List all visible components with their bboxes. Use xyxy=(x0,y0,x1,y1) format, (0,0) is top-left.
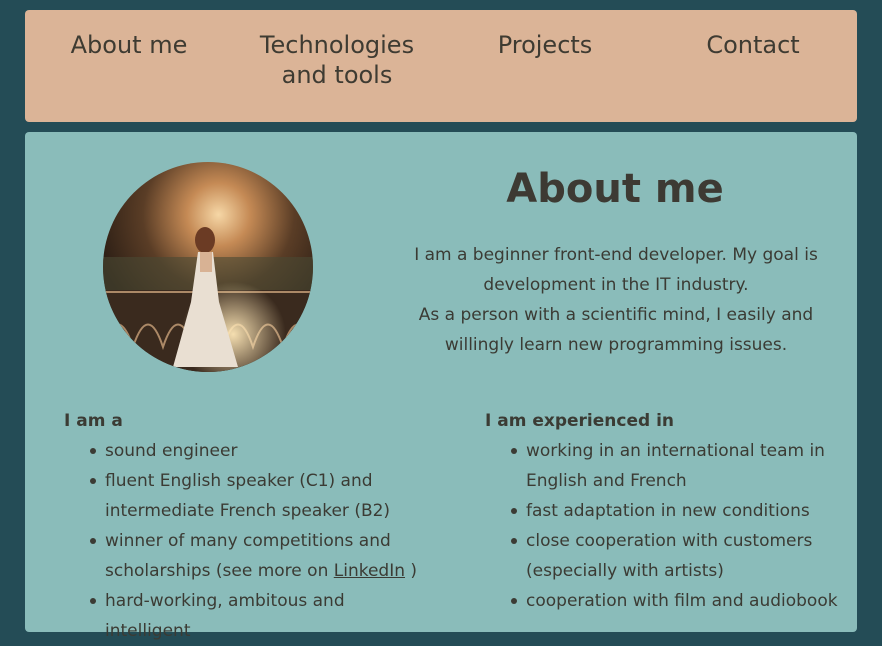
nav-contact-label: Contact xyxy=(706,31,800,59)
list-item: hard-working, ambitous and intelligent xyxy=(90,586,424,646)
traits-list: sound engineer fluent English speaker (C… xyxy=(64,436,424,646)
list-item: winner of many competitions and scholars… xyxy=(90,526,424,586)
about-card: About me I am a beginner front-end devel… xyxy=(25,132,857,641)
list-item: sound engineer xyxy=(90,436,424,466)
traits-heading: I am a xyxy=(64,411,123,431)
page-title: About me xyxy=(506,166,724,212)
intro-text: I am a beginner front-end developer. My … xyxy=(400,240,832,360)
list-item: fast adaptation in new conditions xyxy=(511,496,845,526)
nav-about-me-label: About me xyxy=(70,31,188,59)
list-item: cooperation with film and audiobook xyxy=(511,586,845,616)
nav-contact[interactable]: Contact xyxy=(649,10,857,60)
experience-list: working in an international team in Engl… xyxy=(485,436,845,616)
experience-section: I am experienced in working in an intern… xyxy=(485,406,845,616)
traits-section: I am a sound engineer fluent English spe… xyxy=(64,406,424,646)
profile-photo xyxy=(103,162,313,372)
nav-technologies-label: Technologies and tools xyxy=(259,31,415,89)
list-item-text-end: ) xyxy=(405,561,418,581)
profile-photo-image xyxy=(103,162,313,372)
nav-technologies-and-tools[interactable]: Technologies and tools xyxy=(233,10,441,90)
linkedin-link[interactable]: LinkedIn xyxy=(334,561,405,581)
list-item: fluent English speaker (C1) and intermed… xyxy=(90,466,424,526)
experience-heading: I am experienced in xyxy=(485,411,675,431)
nav-projects[interactable]: Projects xyxy=(441,10,649,60)
nav-about-me[interactable]: About me xyxy=(25,10,233,60)
intro-paragraph-2: As a person with a scientific mind, I ea… xyxy=(418,305,814,355)
top-navigation: About me Technologies and tools Projects… xyxy=(25,10,857,122)
list-item: working in an international team in Engl… xyxy=(511,436,845,496)
intro-paragraph-1: I am a beginner front-end developer. My … xyxy=(414,245,818,295)
nav-projects-label: Projects xyxy=(497,31,593,59)
list-item: close cooperation with customers (especi… xyxy=(511,526,845,586)
